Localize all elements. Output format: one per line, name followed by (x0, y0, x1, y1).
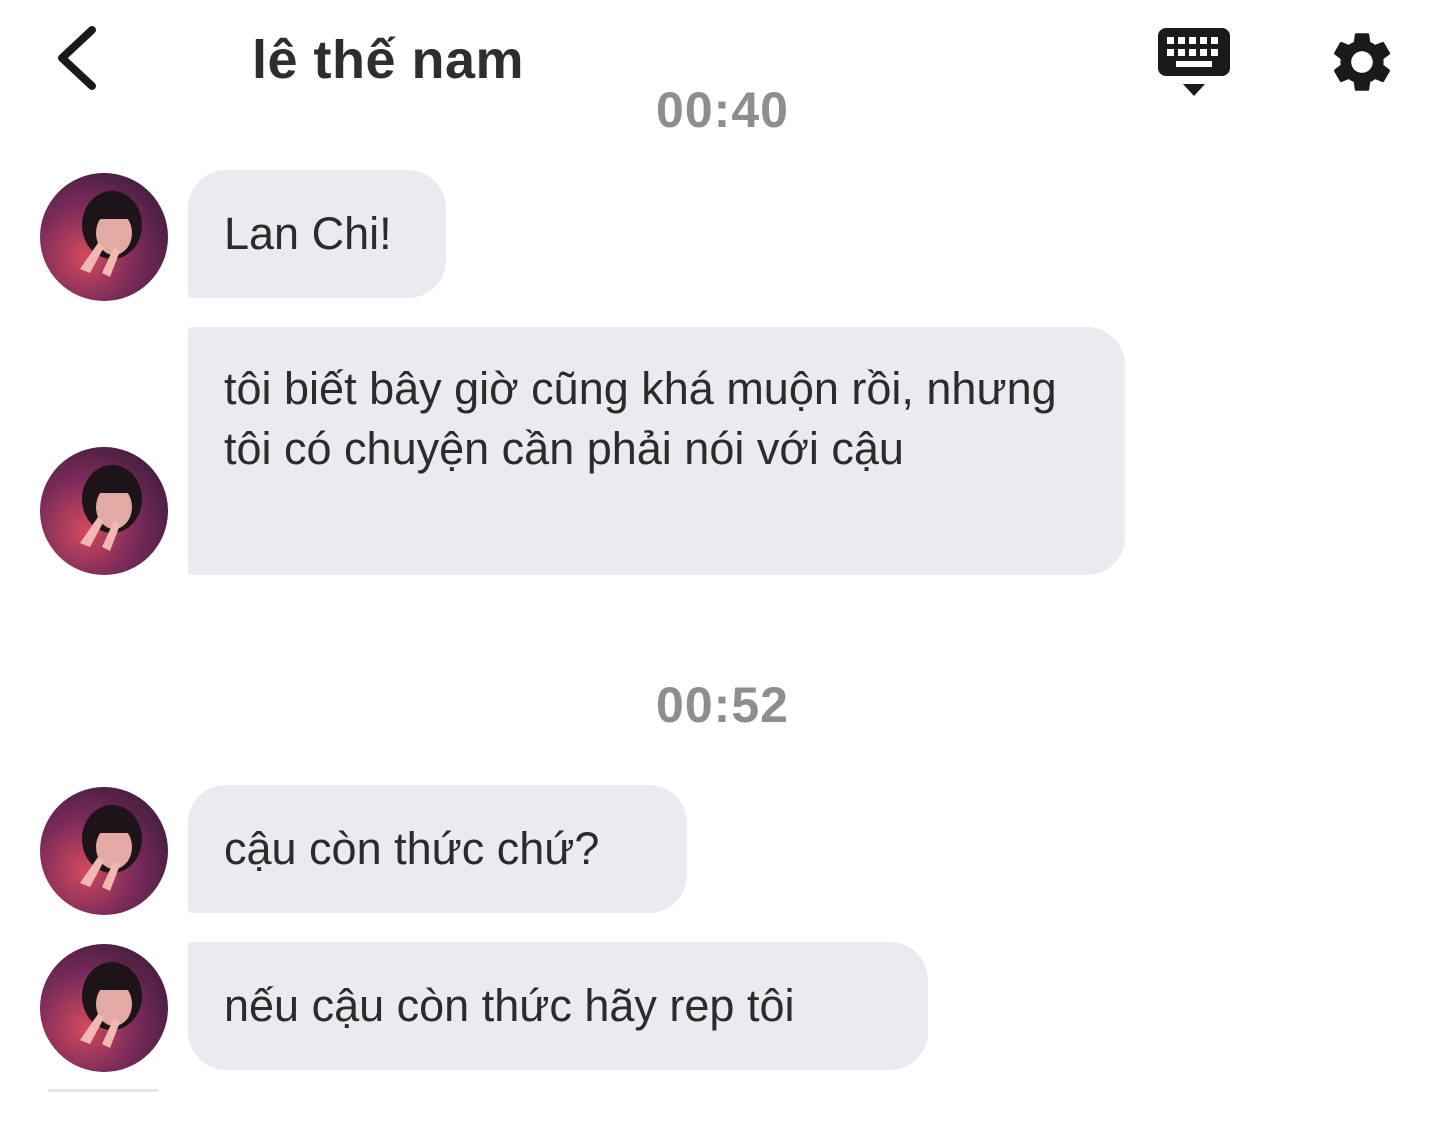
message-text: Lan Chi! (224, 208, 392, 259)
avatar[interactable] (40, 173, 168, 301)
avatar[interactable] (40, 944, 168, 1072)
message-text: nếu cậu còn thức hãy rep tôi (224, 980, 795, 1031)
message-bubble[interactable]: cậu còn thức chứ? (188, 785, 687, 913)
avatar[interactable] (40, 447, 168, 575)
avatar-image (40, 944, 168, 1072)
message-text: tôi biết bây giờ cũng khá muộn rồi, nhưn… (224, 363, 1057, 474)
avatar-image (40, 787, 168, 915)
message-text: cậu còn thức chứ? (224, 823, 600, 874)
message-bubble[interactable]: nếu cậu còn thức hãy rep tôi (188, 942, 928, 1070)
avatar-image (40, 173, 168, 301)
avatar[interactable] (40, 787, 168, 915)
avatar-image (40, 447, 168, 575)
message-bubble[interactable]: Lan Chi! (188, 170, 446, 298)
timestamp: 00:52 (656, 677, 789, 733)
message-bubble[interactable]: tôi biết bây giờ cũng khá muộn rồi, nhưn… (188, 327, 1125, 575)
timestamp: 00:40 (656, 82, 789, 138)
divider (48, 1089, 158, 1092)
